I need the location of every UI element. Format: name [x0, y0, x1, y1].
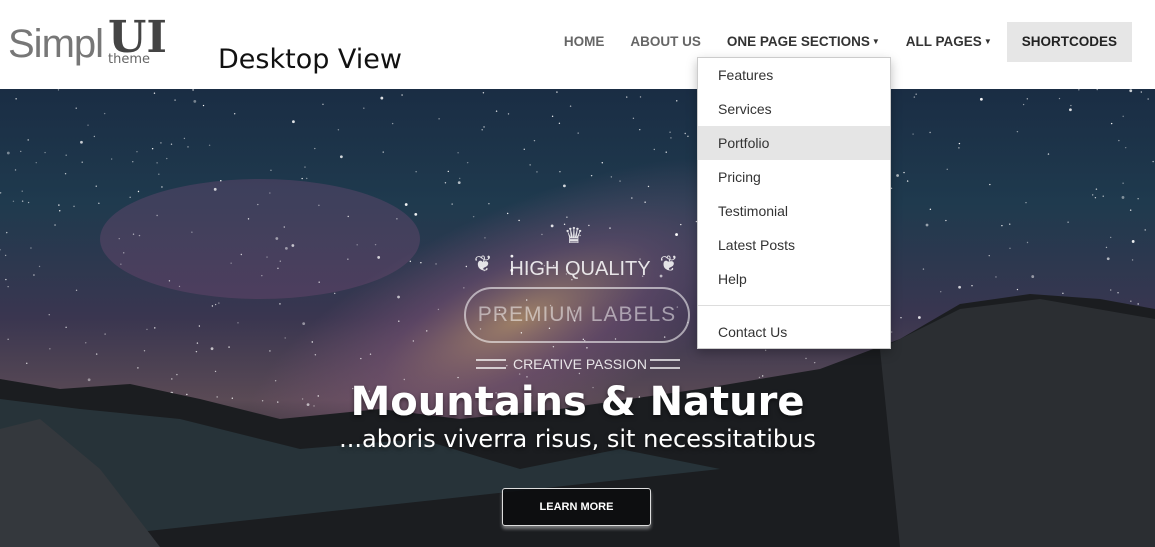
nav-home[interactable]: HOME [551, 22, 618, 62]
logo-text-theme: theme [108, 52, 150, 67]
crown-icon: ♛ [564, 223, 584, 248]
nav-label: HOME [563, 34, 605, 49]
hero-subtitle: ...aboris viverra risus, sit necessitati… [339, 425, 816, 453]
main-nav: HOME ABOUT US ONE PAGE SECTIONS ▼ ALL PAG… [551, 22, 1132, 62]
one-page-sections-dropdown: Features Services Portfolio Pricing Test… [697, 57, 891, 349]
learn-more-button[interactable]: LEARN MORE [502, 488, 651, 526]
caret-down-icon: ▼ [871, 37, 880, 46]
dropdown-divider [698, 305, 890, 306]
hero-title: Mountains & Nature [350, 379, 805, 425]
badge-creative-passion: CREATIVE PASSION [512, 356, 648, 372]
nav-one-page-sections[interactable]: ONE PAGE SECTIONS ▼ [714, 22, 893, 62]
nav-shortcodes[interactable]: SHORTCODES [1006, 22, 1132, 62]
dropdown-item-portfolio[interactable]: Portfolio [698, 126, 890, 160]
hero-section: ♛ ❦ ❦ HIGH QUALITY PREMIUM LABELS CREATI… [0, 89, 1155, 547]
nav-all-pages[interactable]: ALL PAGES ▼ [893, 22, 1005, 62]
nav-label: SHORTCODES [1021, 34, 1117, 49]
caret-down-icon: ▼ [983, 37, 992, 46]
logo-text-simpl: Simpl [8, 22, 104, 66]
dropdown-item-latest-posts[interactable]: Latest Posts [698, 228, 890, 262]
dropdown-item-testimonial[interactable]: Testimonial [698, 194, 890, 228]
view-label: Desktop View [218, 44, 403, 75]
nav-label: ABOUT US [630, 34, 701, 49]
header: Simpl UI theme Desktop View HOME ABOUT U… [0, 0, 1155, 89]
dropdown-item-help[interactable]: Help [698, 262, 890, 296]
nav-about-us[interactable]: ABOUT US [617, 22, 714, 62]
badge-premium-labels: PREMIUM LABELS [464, 287, 690, 343]
badge-high-quality: HIGH QUALITY [509, 258, 651, 280]
dropdown-item-services[interactable]: Services [698, 92, 890, 126]
nav-label: ONE PAGE SECTIONS [726, 34, 870, 49]
dropdown-item-pricing[interactable]: Pricing [698, 160, 890, 194]
dropdown-item-contact-us[interactable]: Contact Us [698, 315, 890, 349]
nav-label: ALL PAGES [905, 34, 982, 49]
dropdown-item-features[interactable]: Features [698, 58, 890, 92]
